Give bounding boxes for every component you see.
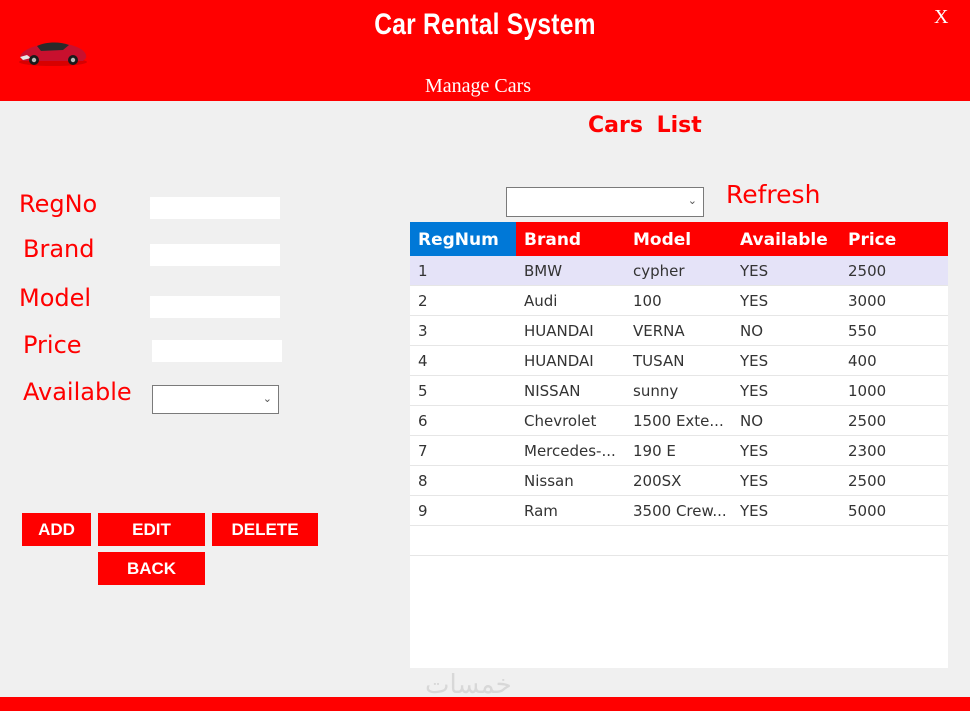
add-button[interactable]: ADD — [22, 513, 91, 546]
table-row[interactable]: 3 HUANDAI VERNA NO 550 — [410, 316, 948, 346]
table-cell[interactable]: 3 — [410, 316, 516, 346]
table-cell[interactable]: NISSAN — [516, 376, 625, 406]
price-input[interactable] — [152, 340, 282, 362]
table-cell[interactable]: 400 — [840, 346, 948, 376]
table-cell[interactable]: Chevrolet — [516, 406, 625, 436]
close-button[interactable]: X — [934, 6, 948, 29]
column-header-brand[interactable]: Brand — [516, 222, 626, 256]
table-row[interactable]: 5 NISSAN sunny YES 1000 — [410, 376, 948, 406]
table-cell[interactable]: HUANDAI — [516, 346, 625, 376]
table-row[interactable]: 9 Ram 3500 Crew... YES 5000 — [410, 496, 948, 526]
table-cell[interactable]: 6 — [410, 406, 516, 436]
table-cell[interactable]: 5000 — [840, 496, 948, 526]
table-cell[interactable]: 5 — [410, 376, 516, 406]
table-cell[interactable]: 3500 Crew... — [625, 496, 732, 526]
model-label: Model — [19, 284, 92, 312]
table-cell[interactable]: 200SX — [625, 466, 732, 496]
table-cell[interactable]: Nissan — [516, 466, 625, 496]
refresh-button[interactable]: Refresh — [726, 180, 820, 209]
table-cell[interactable]: 2300 — [840, 436, 948, 466]
red-sports-car-icon — [19, 42, 87, 66]
available-label: Available — [23, 378, 132, 406]
brand-input[interactable] — [150, 244, 280, 266]
table-cell[interactable]: Audi — [516, 286, 625, 316]
page-subtitle: Manage Cars — [424, 75, 532, 97]
table-row[interactable]: 6 Chevrolet 1500 Exte... NO 2500 — [410, 406, 948, 436]
app-title: Car Rental System — [374, 8, 596, 41]
table-cell[interactable]: BMW — [516, 256, 625, 286]
edit-button[interactable]: EDIT — [98, 513, 205, 546]
regno-input[interactable] — [150, 197, 280, 219]
cars-table[interactable]: RegNum Brand Model Available Price 1 BMW c… — [410, 222, 948, 668]
column-header-price[interactable]: Price — [840, 222, 948, 256]
brand-label: Brand — [23, 235, 95, 263]
table-cell[interactable]: TUSAN — [625, 346, 732, 376]
table-cell[interactable]: YES — [732, 466, 840, 496]
table-row[interactable]: 1 BMW cypher YES 2500 — [410, 256, 948, 286]
table-row[interactable]: 7 Mercedes-... 190 E YES 2300 — [410, 436, 948, 466]
table-cell[interactable]: 1 — [410, 256, 516, 286]
table-cell[interactable]: 1000 — [840, 376, 948, 406]
filter-dropdown[interactable]: ⌄ — [506, 187, 704, 217]
table-cell[interactable]: YES — [732, 256, 840, 286]
table-cell[interactable]: 3000 — [840, 286, 948, 316]
available-dropdown[interactable]: ⌄ — [152, 385, 279, 414]
table-cell[interactable]: NO — [732, 316, 840, 346]
table-cell[interactable]: 2 — [410, 286, 516, 316]
table-cell[interactable]: cypher — [625, 256, 732, 286]
table-cell[interactable]: 4 — [410, 346, 516, 376]
table-cell[interactable]: VERNA — [625, 316, 732, 346]
column-header-available[interactable]: Available — [732, 222, 840, 256]
app-footer-bar — [0, 697, 970, 711]
table-cell[interactable]: YES — [732, 376, 840, 406]
table-header: RegNum Brand Model Available Price — [410, 222, 948, 256]
watermark: خمسات — [425, 670, 512, 700]
table-cell[interactable]: NO — [732, 406, 840, 436]
table-cell[interactable]: 8 — [410, 466, 516, 496]
table-cell[interactable]: YES — [732, 496, 840, 526]
table-cell[interactable]: Ram — [516, 496, 625, 526]
table-cell[interactable]: 2500 — [840, 256, 948, 286]
table-row[interactable]: 8 Nissan 200SX YES 2500 — [410, 466, 948, 496]
table-cell[interactable]: 1500 Exte... — [625, 406, 732, 436]
column-header-regnum[interactable]: RegNum — [410, 222, 516, 256]
table-cell[interactable]: Mercedes-... — [516, 436, 625, 466]
app-header: Car Rental System Manage Cars X — [0, 0, 970, 101]
table-row[interactable]: 2 Audi 100 YES 3000 — [410, 286, 948, 316]
table-cell[interactable]: YES — [732, 436, 840, 466]
list-title: Cars List — [588, 113, 702, 138]
model-input[interactable] — [150, 296, 280, 318]
regno-label: RegNo — [19, 190, 98, 218]
chevron-down-icon: ⌄ — [687, 194, 697, 208]
delete-button[interactable]: DELETE — [212, 513, 318, 546]
table-cell[interactable]: 550 — [840, 316, 948, 346]
table-cell[interactable]: YES — [732, 346, 840, 376]
table-cell[interactable]: 190 E — [625, 436, 732, 466]
table-cell[interactable]: sunny — [625, 376, 732, 406]
table-new-row[interactable] — [410, 526, 948, 556]
table-cell[interactable]: YES — [732, 286, 840, 316]
table-row[interactable]: 4 HUANDAI TUSAN YES 400 — [410, 346, 948, 376]
table-cell[interactable]: 2500 — [840, 406, 948, 436]
column-header-model[interactable]: Model — [625, 222, 733, 256]
price-label: Price — [23, 331, 82, 359]
table-cell[interactable]: 100 — [625, 286, 732, 316]
table-cell[interactable]: 9 — [410, 496, 516, 526]
table-cell[interactable]: HUANDAI — [516, 316, 625, 346]
back-button[interactable]: BACK — [98, 552, 205, 585]
table-cell[interactable]: 2500 — [840, 466, 948, 496]
table-cell[interactable]: 7 — [410, 436, 516, 466]
chevron-down-icon: ⌄ — [262, 391, 272, 405]
